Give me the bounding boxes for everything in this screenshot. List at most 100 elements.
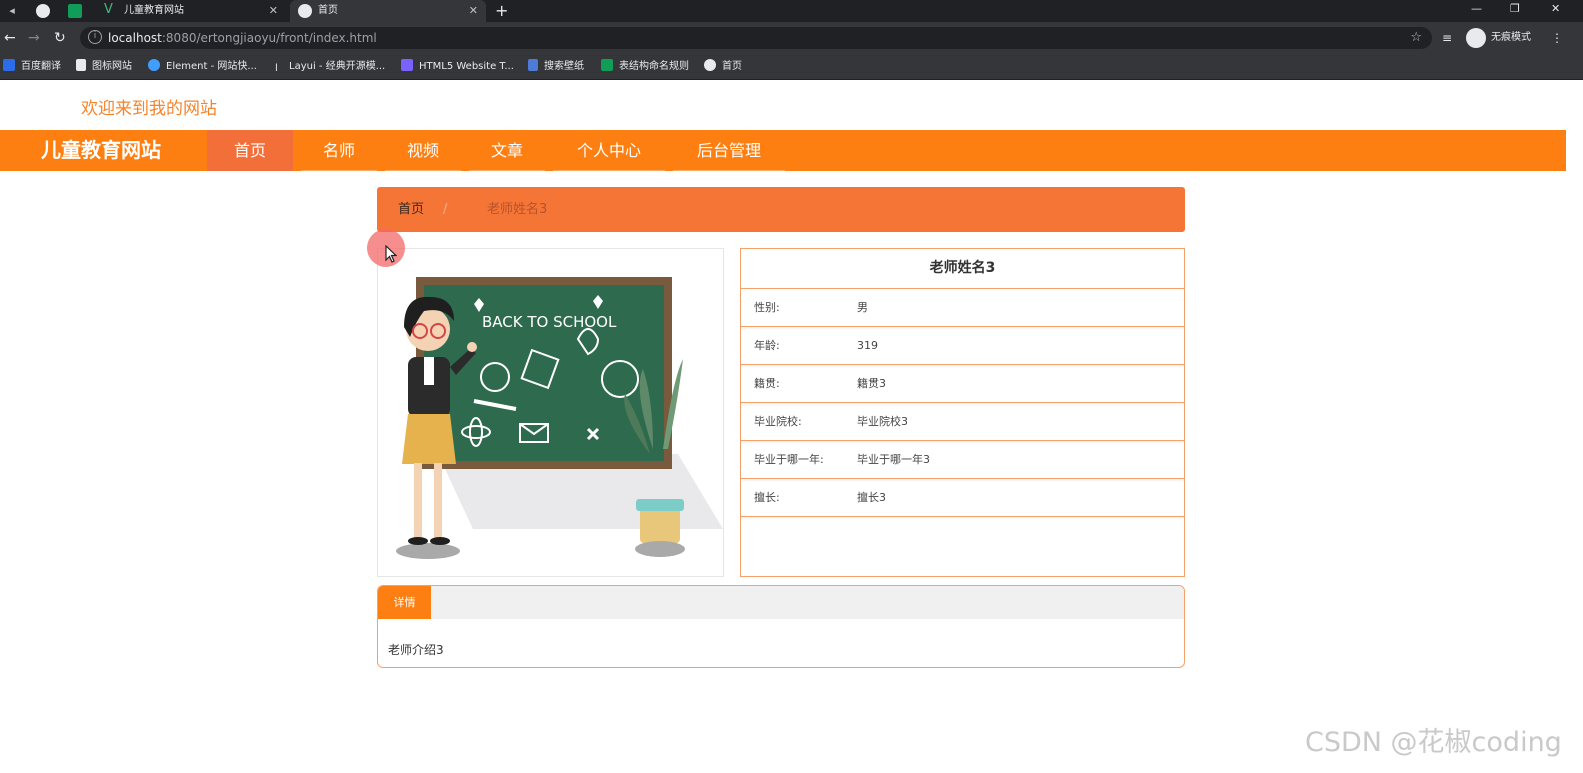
nav-underline	[301, 170, 377, 171]
bookmark-label: Layui - 经典开源模...	[289, 61, 386, 72]
sheet-icon	[601, 59, 613, 71]
bookmark-layui[interactable]: l Layui - 经典开源模...	[275, 59, 385, 75]
nav-underline	[553, 170, 665, 171]
nav-home[interactable]: 首页	[207, 130, 293, 171]
nav-label: 首页	[233, 141, 266, 160]
site-brand[interactable]: 儿童教育网站	[41, 130, 161, 171]
window-close-icon[interactable]: ✕	[1551, 0, 1560, 18]
teacher-illustration: BACK TO SCHOOL	[396, 277, 723, 559]
nav-label: 后台管理	[696, 141, 761, 160]
info-value: 319	[857, 339, 878, 352]
bookmarks-bar: 百度翻译 图标网站 Element - 网站快... l Layui - 经典开源…	[0, 54, 1583, 80]
bookmark-home[interactable]: 首页	[704, 59, 742, 75]
html5-icon	[401, 59, 413, 71]
info-label: 毕业院校:	[754, 415, 802, 428]
breadcrumb-home[interactable]: 首页	[398, 187, 424, 232]
nav-teachers[interactable]: 名师	[297, 130, 381, 171]
teacher-intro: 老师介绍3	[388, 643, 444, 657]
bookmark-wallpaper[interactable]: 搜索壁纸	[528, 59, 584, 75]
bookmark-naming[interactable]: 表结构命名规则	[601, 59, 689, 75]
info-value: 籍贯3	[857, 377, 886, 390]
teacher-info-panel: 老师姓名3 性别: 男 年龄: 319 籍贯: 籍贯3 毕业院校: 毕业院校3 …	[740, 248, 1185, 577]
reading-list-icon[interactable]: ≡	[1442, 30, 1452, 46]
bookmark-element[interactable]: Element - 网站快...	[148, 59, 257, 75]
nav-underline	[385, 170, 461, 171]
nav-articles[interactable]: 文章	[465, 130, 549, 171]
flag-icon	[76, 59, 86, 71]
breadcrumb-current: 老师姓名3	[487, 202, 548, 217]
close-tab-icon[interactable]: ✕	[269, 0, 278, 22]
back-icon[interactable]: ←	[4, 30, 16, 46]
pinned-tab-2[interactable]	[60, 0, 90, 22]
reload-icon[interactable]: ↻	[54, 30, 66, 46]
mouse-cursor-icon	[385, 245, 397, 263]
element-icon	[148, 59, 160, 71]
bookmark-label: 图标网站	[92, 61, 132, 72]
info-value: 毕业于哪一年3	[857, 453, 930, 466]
info-row-graduation-year: 毕业于哪一年: 毕业于哪一年3	[741, 441, 1184, 479]
breadcrumb-separator: /	[443, 202, 448, 217]
bookmark-star-icon[interactable]: ☆	[1410, 27, 1422, 49]
bookmark-html5[interactable]: HTML5 Website T...	[401, 59, 514, 75]
minimize-icon[interactable]: —	[1471, 0, 1482, 18]
tab-site-title: 儿童教育网站	[124, 5, 184, 16]
bookmark-label: 百度翻译	[21, 61, 61, 72]
globe-icon	[36, 4, 50, 18]
incognito-label: 无痕模式	[1491, 32, 1531, 43]
nav-label: 名师	[322, 141, 355, 160]
new-tab-button[interactable]: +	[495, 0, 508, 22]
blackboard-text: BACK TO SCHOOL	[482, 313, 617, 331]
wallpaper-icon	[528, 59, 538, 71]
tab-site[interactable]: V 儿童教育网站 ✕	[96, 0, 286, 22]
nav-admin[interactable]: 后台管理	[669, 130, 789, 171]
globe-icon	[298, 4, 312, 18]
bookmark-label: HTML5 Website T...	[419, 61, 514, 72]
layui-icon: l	[275, 63, 278, 74]
browser-tabbar: ◂ V 儿童教育网站 ✕ 首页 ✕ + — ❐ ✕	[0, 0, 1583, 22]
info-row-specialty: 擅长: 擅长3	[741, 479, 1184, 517]
bookmark-label: 首页	[722, 61, 742, 72]
breadcrumb: 首页 / 老师姓名3	[377, 187, 1185, 232]
nav-label: 视频	[406, 141, 439, 160]
bookmark-label: 搜索壁纸	[544, 61, 584, 72]
detail-panel: 详情 老师介绍3	[377, 585, 1185, 668]
info-label: 年龄:	[754, 339, 780, 352]
vue-icon: V	[104, 2, 113, 17]
teacher-name: 老师姓名3	[741, 249, 1184, 289]
forward-icon[interactable]: →	[28, 30, 40, 46]
detail-tabs: 详情	[378, 586, 1184, 619]
sheet-icon	[68, 4, 82, 18]
incognito-icon[interactable]	[1466, 28, 1486, 48]
info-label: 擅长:	[754, 491, 780, 504]
tab-detail[interactable]: 详情	[378, 586, 431, 619]
tab-search-icon[interactable]: ◂	[4, 3, 20, 19]
teacher-photo: BACK TO SCHOOL	[377, 248, 724, 577]
page: 欢迎来到我的网站 儿童教育网站 首页 名师 视频 文章 个人中心 后台管理 首页…	[0, 80, 1583, 773]
bookmark-icon-site[interactable]: 图标网站	[76, 59, 132, 75]
info-row-age: 年龄: 319	[741, 327, 1184, 365]
menu-icon[interactable]: ⋮	[1551, 30, 1563, 46]
tab-home-title: 首页	[318, 5, 338, 16]
info-label: 籍贯:	[754, 377, 780, 390]
tab-home[interactable]: 首页 ✕	[290, 0, 486, 22]
close-tab-icon[interactable]: ✕	[469, 0, 478, 22]
info-row-hometown: 籍贯: 籍贯3	[741, 365, 1184, 403]
address-toolbar: ← → ↻ i localhost:8080/ertongjiaoyu/fron…	[0, 22, 1583, 54]
translate-icon	[3, 59, 15, 71]
site-info-icon[interactable]: i	[88, 30, 102, 44]
main-navbar: 儿童教育网站 首页 名师 视频 文章 个人中心 后台管理	[0, 130, 1566, 171]
nav-underline	[469, 170, 545, 171]
nav-label: 文章	[490, 141, 523, 160]
info-row-gender: 性别: 男	[741, 289, 1184, 327]
info-value: 毕业院校3	[857, 415, 908, 428]
nav-label: 个人中心	[576, 141, 641, 160]
nav-videos[interactable]: 视频	[381, 130, 465, 171]
nav-profile[interactable]: 个人中心	[549, 130, 669, 171]
info-label: 性别:	[754, 301, 780, 314]
welcome-text: 欢迎来到我的网站	[81, 99, 217, 119]
restore-icon[interactable]: ❐	[1510, 0, 1520, 18]
info-row-school: 毕业院校: 毕业院校3	[741, 403, 1184, 441]
url-bar[interactable]: i localhost:8080/ertongjiaoyu/front/inde…	[80, 27, 1432, 49]
pinned-tab-1[interactable]	[28, 0, 58, 22]
bookmark-baidu-translate[interactable]: 百度翻译	[3, 59, 61, 75]
